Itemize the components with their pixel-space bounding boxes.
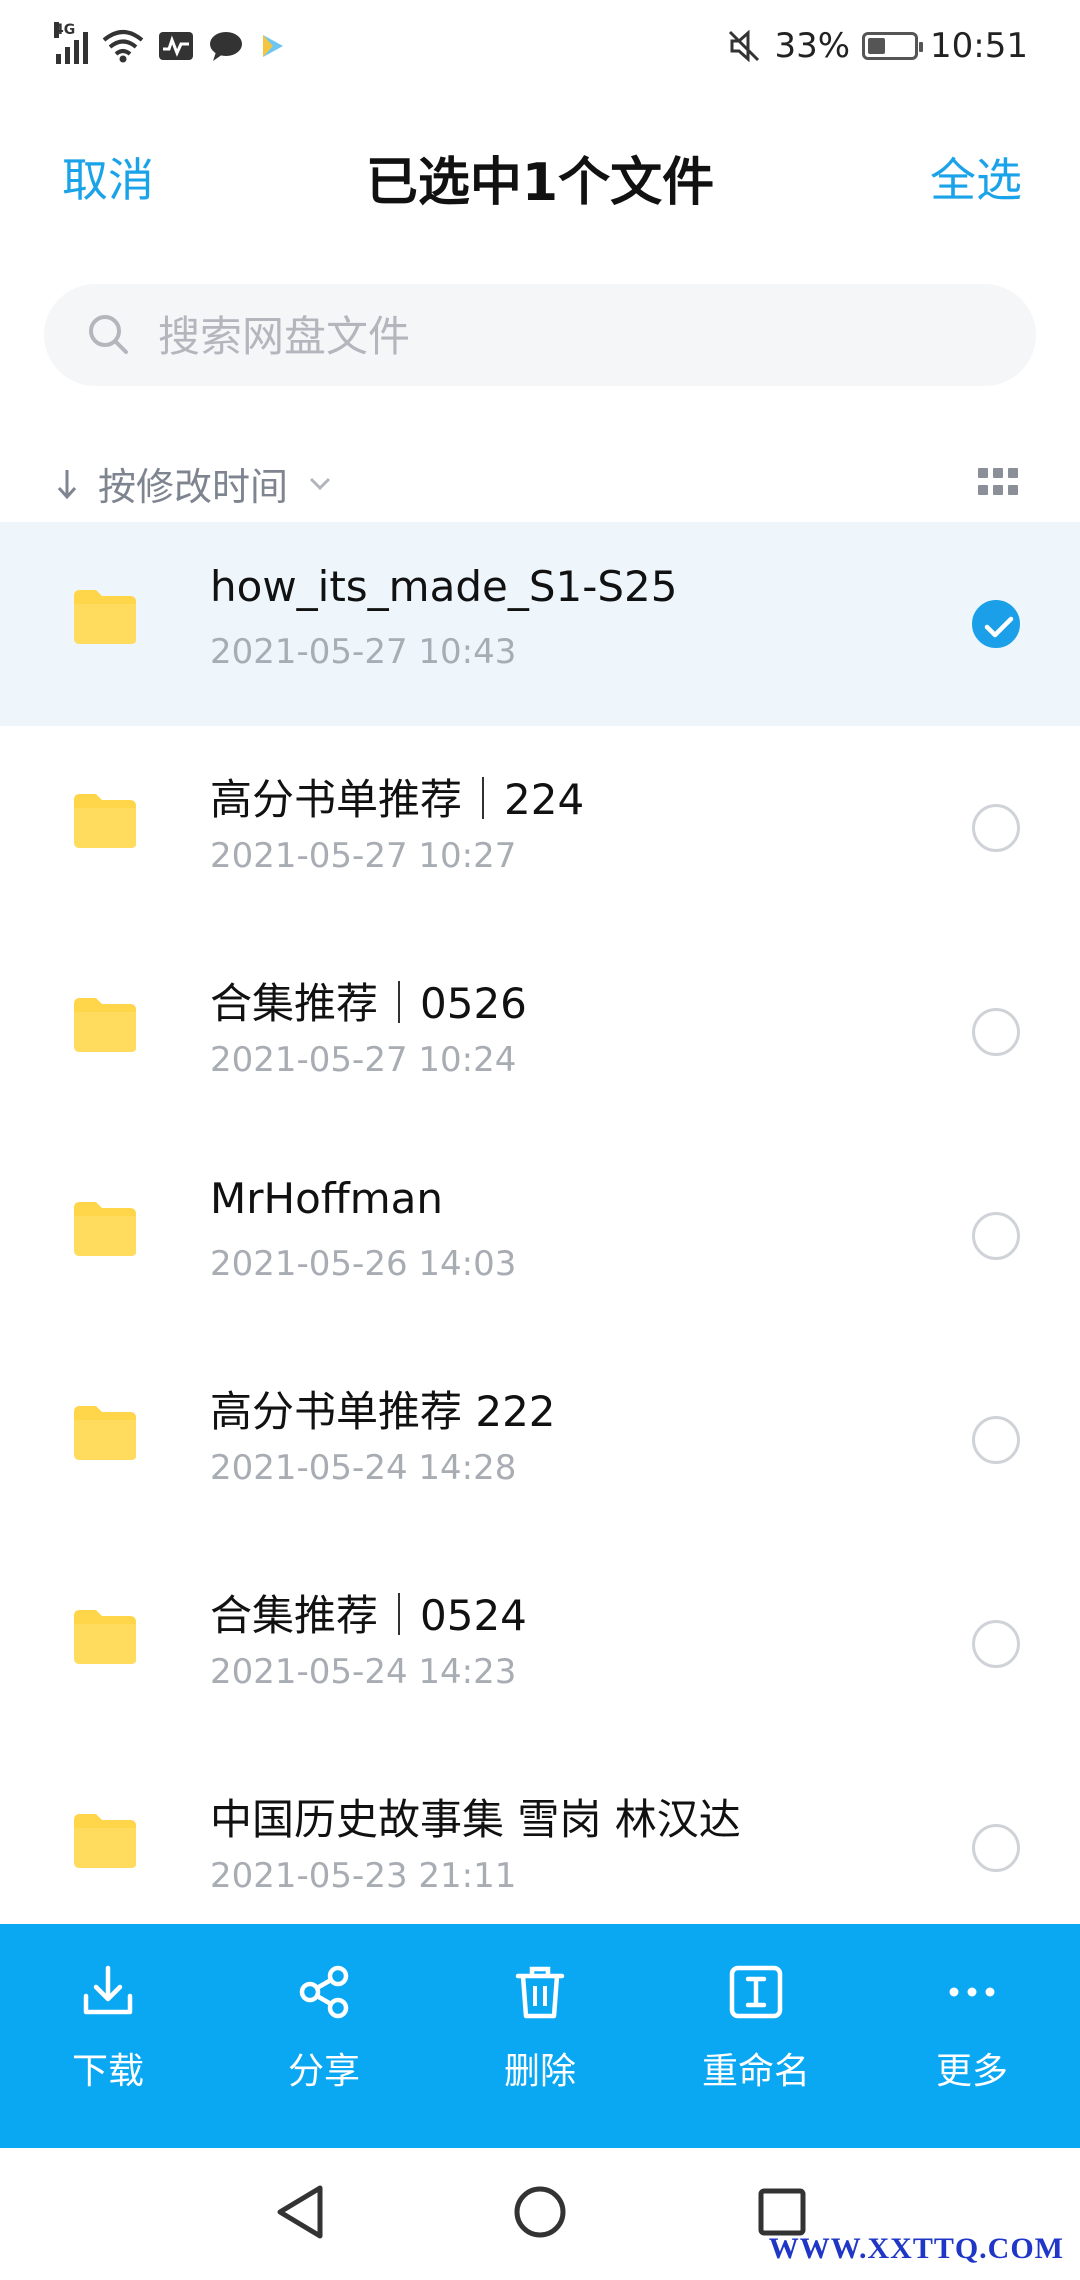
select-checkbox[interactable]	[972, 1008, 1020, 1056]
select-checkbox[interactable]	[972, 1212, 1020, 1260]
file-row[interactable]: 中国历史故事集 雪岗 林汉达 2021-05-23 21:11	[0, 1746, 1080, 1922]
rename-button[interactable]: 重命名	[648, 1924, 864, 2148]
network-type: 4G	[54, 22, 76, 38]
download-button[interactable]: 下载	[0, 1924, 216, 2148]
more-label: 更多	[935, 2051, 1008, 2092]
file-list: how_its_made_S1-S25 2021-05-27 10:43 高分书单推…	[0, 522, 1080, 1922]
share-label: 分享	[287, 2051, 360, 2092]
search-icon	[89, 315, 128, 354]
file-date: 2021-05-26 14:03	[210, 1244, 517, 1284]
page-title: 已选中1个文件	[365, 153, 715, 213]
select-checkbox[interactable]	[972, 1416, 1020, 1464]
arrow-down-icon	[57, 469, 77, 499]
file-date: 2021-05-27 10:24	[210, 1040, 517, 1080]
file-name: MrHoffman	[210, 1174, 443, 1223]
chevron-down-icon	[309, 477, 331, 490]
folder-icon	[74, 794, 136, 848]
clock: 10:51	[930, 26, 1028, 66]
back-icon[interactable]	[272, 2182, 328, 2242]
file-row[interactable]: 合集推荐｜0526 2021-05-27 10:24	[0, 930, 1080, 1134]
share-button[interactable]: 分享	[216, 1924, 432, 2148]
download-icon	[83, 1965, 133, 2015]
folder-icon	[74, 590, 136, 644]
sort-label: 按修改时间	[98, 465, 289, 509]
file-row[interactable]: 高分书单推荐｜224 2021-05-27 10:27	[0, 726, 1080, 930]
file-row[interactable]: how_its_made_S1-S25 2021-05-27 10:43	[0, 522, 1080, 726]
select-checkbox[interactable]	[972, 1620, 1020, 1668]
folder-icon	[74, 1610, 136, 1664]
file-date: 2021-05-24 14:28	[210, 1448, 517, 1488]
folder-icon	[74, 998, 136, 1052]
activity-icon	[159, 32, 193, 60]
wifi-icon	[102, 30, 144, 63]
file-row[interactable]: 合集推荐｜0524 2021-05-24 14:23	[0, 1542, 1080, 1746]
action-bar: 下载 分享 删除 重命名 更多	[0, 1924, 1080, 2148]
play-icon	[263, 35, 283, 57]
signal-icon: 4G	[54, 22, 88, 64]
chat-icon	[210, 32, 242, 61]
select-checkbox[interactable]	[972, 600, 1020, 648]
select-all-button[interactable]: 全选	[930, 144, 1022, 210]
file-name: 中国历史故事集 雪岗 林汉达	[210, 1795, 741, 1844]
system-nav-bar: WWW.XXTTQ.COM	[0, 2148, 1080, 2280]
file-name: 合集推荐｜0526	[210, 979, 527, 1028]
file-row[interactable]: MrHoffman 2021-05-26 14:03	[0, 1134, 1080, 1338]
sort-button[interactable]: 按修改时间	[56, 456, 332, 511]
download-label: 下载	[71, 2051, 144, 2092]
file-date: 2021-05-27 10:27	[210, 836, 517, 876]
trash-icon	[515, 1966, 565, 2019]
delete-label: 删除	[503, 2051, 576, 2092]
file-name: 高分书单推荐 222	[210, 1387, 556, 1436]
mute-icon	[729, 29, 760, 63]
battery-icon	[862, 32, 924, 60]
more-button[interactable]: 更多	[864, 1924, 1080, 2148]
folder-icon	[74, 1406, 136, 1460]
file-date: 2021-05-27 10:43	[210, 632, 517, 672]
folder-icon	[74, 1814, 136, 1868]
home-icon[interactable]	[512, 2182, 568, 2242]
more-icon	[949, 1987, 995, 1997]
sort-row: 按修改时间	[0, 446, 1080, 516]
status-right: 33% 10:51	[726, 18, 1028, 74]
grid-view-icon[interactable]	[978, 468, 1018, 496]
rename-icon	[729, 1965, 783, 2019]
status-bar: 4G 33% 10:51	[0, 0, 1080, 90]
search-bar[interactable]	[44, 284, 1036, 386]
file-date: 2021-05-24 14:23	[210, 1652, 517, 1692]
file-name: 高分书单推荐｜224	[210, 775, 585, 824]
file-name: how_its_made_S1-S25	[210, 562, 678, 611]
checkmark-icon	[984, 616, 1014, 638]
share-icon	[299, 1965, 349, 2019]
file-name: 合集推荐｜0524	[210, 1591, 527, 1640]
file-date: 2021-05-23 21:11	[210, 1856, 517, 1896]
folder-icon	[74, 1202, 136, 1256]
selection-header: 取消 已选中1个文件 全选	[0, 120, 1080, 230]
select-checkbox[interactable]	[972, 804, 1020, 852]
search-input[interactable]	[156, 300, 980, 372]
rename-label: 重命名	[701, 2051, 810, 2092]
file-row[interactable]: 高分书单推荐 222 2021-05-24 14:28	[0, 1338, 1080, 1542]
battery-percent: 33%	[774, 26, 851, 66]
select-checkbox[interactable]	[972, 1824, 1020, 1872]
watermark: WWW.XXTTQ.COM	[768, 2232, 1064, 2265]
status-left: 4G	[54, 18, 286, 74]
delete-button[interactable]: 删除	[432, 1924, 648, 2148]
